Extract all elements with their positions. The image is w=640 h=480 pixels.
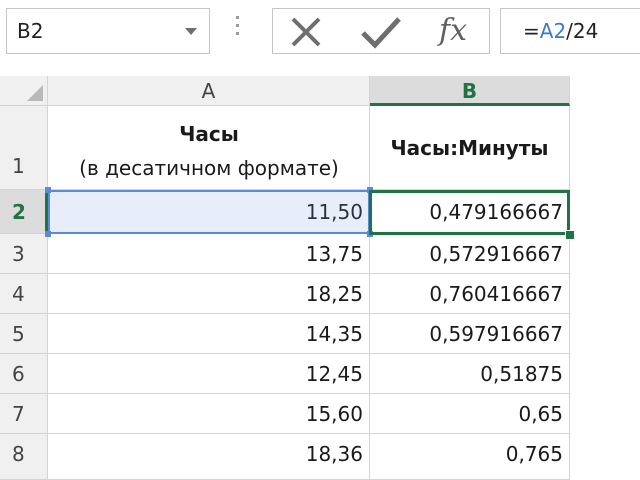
cell-a8[interactable]: 18,36 — [48, 434, 370, 480]
formula-ref: A2 — [539, 19, 567, 43]
cell-b7[interactable]: 0,65 — [370, 394, 570, 434]
formula-text: =A2/24 — [523, 19, 599, 43]
worksheet-grid: A B 1 Часы (в десатичном формате) Часы:М… — [0, 66, 640, 480]
name-box-value: B2 — [17, 19, 44, 43]
cell-a7[interactable]: 15,60 — [48, 394, 370, 434]
row-header-4[interactable]: 4 — [0, 274, 48, 314]
cell-b5[interactable]: 0,597916667 — [370, 314, 570, 354]
insert-function-button[interactable]: fx — [433, 13, 479, 49]
fx-icon: fx — [439, 13, 468, 48]
check-icon — [361, 17, 401, 49]
reference-handle-tl[interactable] — [45, 187, 51, 193]
cell-b8[interactable]: 0,765 — [370, 434, 570, 480]
formula-bar-area: B2 fx =A2/24 — [0, 0, 640, 66]
cell-a1-line2: (в десатичном формате) — [79, 156, 339, 180]
formula-input[interactable]: =A2/24 — [500, 8, 640, 54]
cell-b6[interactable]: 0,51875 — [370, 354, 570, 394]
fill-handle[interactable] — [565, 230, 575, 240]
enter-button[interactable] — [359, 15, 405, 49]
chevron-down-icon[interactable] — [185, 28, 197, 35]
row-header-7[interactable]: 7 — [0, 394, 48, 434]
formula-reference-highlight — [48, 190, 370, 234]
x-icon — [291, 17, 321, 47]
cancel-button[interactable] — [285, 15, 331, 49]
cell-b3[interactable]: 0,572916667 — [370, 234, 570, 274]
cell-a1[interactable]: Часы (в десатичном формате) — [48, 106, 370, 190]
select-all-button[interactable] — [0, 76, 48, 106]
cell-b4[interactable]: 0,760416667 — [370, 274, 570, 314]
name-box[interactable]: B2 — [6, 8, 210, 54]
select-all-icon — [27, 85, 43, 101]
cell-a6[interactable]: 12,45 — [48, 354, 370, 394]
cell-b1[interactable]: Часы:Минуты — [370, 106, 570, 190]
row-header-6[interactable]: 6 — [0, 354, 48, 394]
row-header-5[interactable]: 5 — [0, 314, 48, 354]
cell-a1-line1: Часы — [179, 122, 239, 146]
formula-buttons: fx — [272, 8, 490, 54]
column-header-a[interactable]: A — [48, 76, 370, 106]
cell-a5[interactable]: 14,35 — [48, 314, 370, 354]
cell-a4[interactable]: 18,25 — [48, 274, 370, 314]
row-header-8[interactable]: 8 — [0, 434, 48, 480]
row-header-2[interactable]: 2 — [0, 190, 48, 234]
column-header-b[interactable]: B — [370, 76, 570, 106]
active-cell-border — [369, 190, 570, 235]
drag-handle-icon[interactable] — [236, 16, 240, 42]
row-header-3[interactable]: 3 — [0, 234, 48, 274]
row-header-1[interactable]: 1 — [0, 106, 48, 190]
cell-a3[interactable]: 13,75 — [48, 234, 370, 274]
reference-handle-bl[interactable] — [45, 231, 51, 237]
